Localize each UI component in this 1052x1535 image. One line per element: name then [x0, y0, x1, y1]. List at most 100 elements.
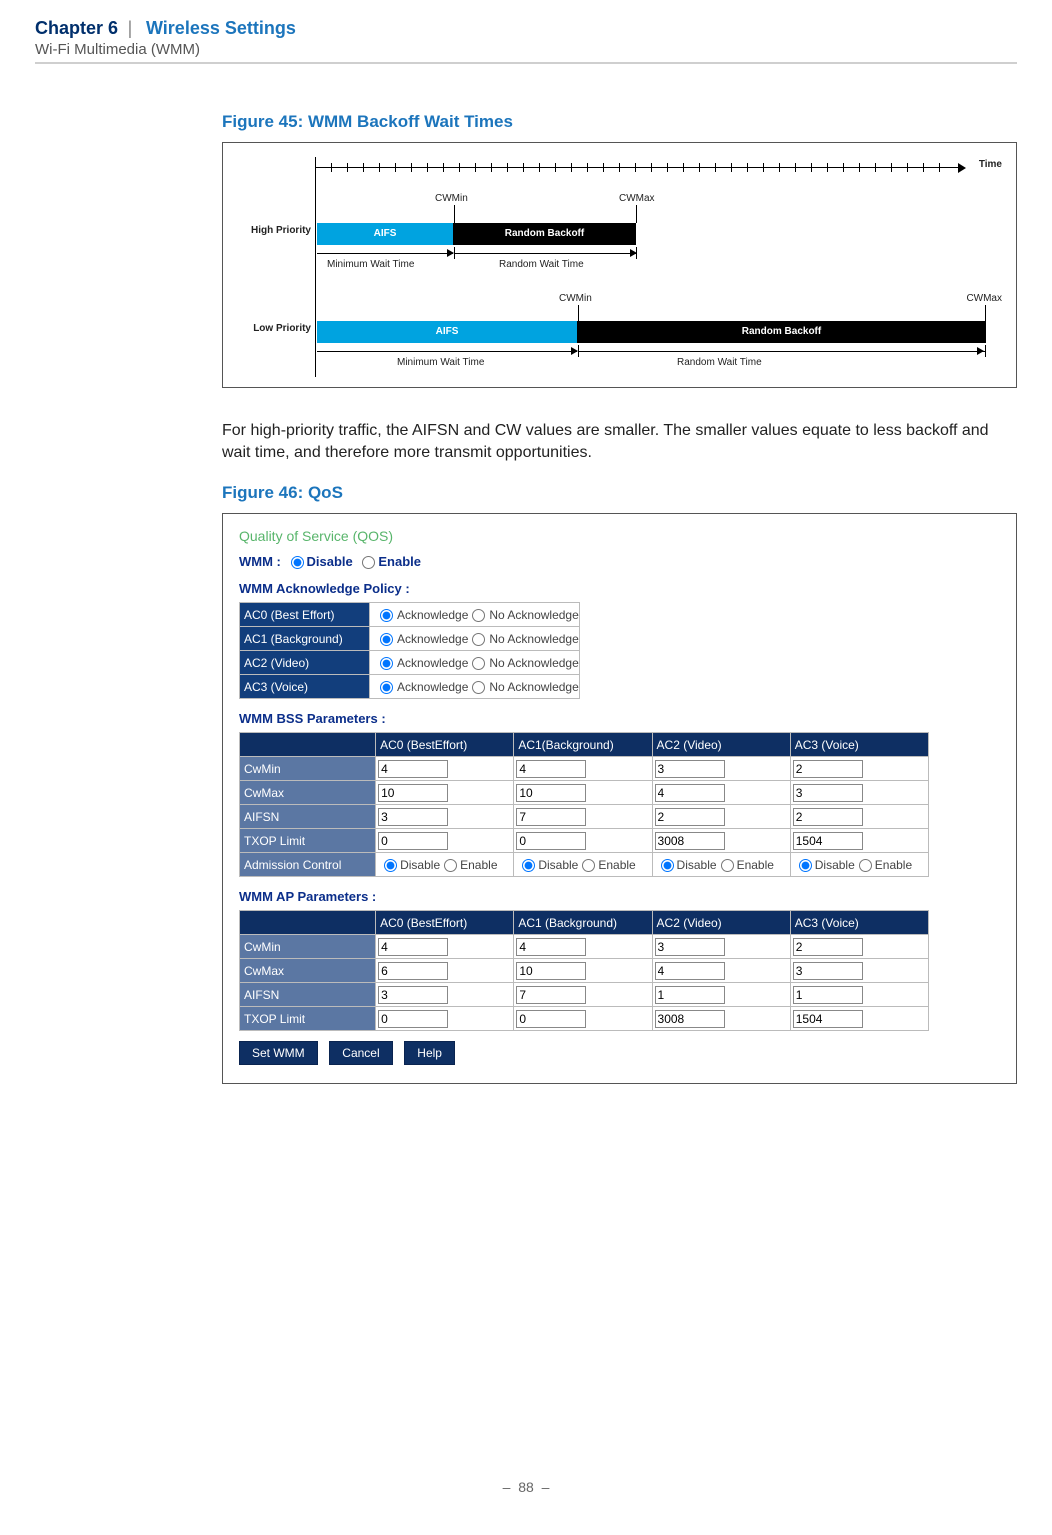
- table-row: AC3 (Voice)AcknowledgeNo Acknowledge: [240, 675, 580, 699]
- ack-policy-table: AC0 (Best Effort)AcknowledgeNo Acknowled…: [239, 602, 580, 699]
- row-header: CwMin: [240, 935, 376, 959]
- adm-disable-radio[interactable]: [661, 859, 674, 872]
- col-header: [240, 911, 376, 935]
- adm-disable-radio[interactable]: [799, 859, 812, 872]
- cwmax-input[interactable]: [516, 784, 586, 802]
- cwmax-input[interactable]: [793, 784, 863, 802]
- txop-input[interactable]: [378, 832, 448, 850]
- cwmax-input[interactable]: [378, 784, 448, 802]
- adm-enable-radio[interactable]: [582, 859, 595, 872]
- cwmax-input[interactable]: [516, 962, 586, 980]
- ack-policy-title: WMM Acknowledge Policy :: [239, 581, 1000, 596]
- aifsn-input[interactable]: [655, 986, 725, 1004]
- ack-row-label: AC1 (Background): [240, 627, 370, 651]
- cancel-button[interactable]: Cancel: [329, 1041, 392, 1065]
- help-button[interactable]: Help: [404, 1041, 455, 1065]
- figure-45-title: Figure 45: WMM Backoff Wait Times: [222, 112, 1017, 132]
- table-row: CwMax: [240, 781, 929, 805]
- table-row: TXOP Limit: [240, 829, 929, 853]
- bss-params-table: AC0 (BestEffort) AC1(Background) AC2 (Vi…: [239, 732, 929, 877]
- txop-input[interactable]: [516, 1010, 586, 1028]
- wmm-disable-radio[interactable]: [291, 556, 304, 569]
- rand-wait-hp: Random Wait Time: [499, 259, 584, 270]
- cwmin-input[interactable]: [516, 760, 586, 778]
- nack-radio[interactable]: [472, 681, 485, 694]
- set-wmm-button[interactable]: Set WMM: [239, 1041, 318, 1065]
- table-row: Admission Control DisableEnable DisableE…: [240, 853, 929, 877]
- aifsn-input[interactable]: [378, 986, 448, 1004]
- adm-enable-radio[interactable]: [721, 859, 734, 872]
- wmm-label: WMM :: [239, 554, 281, 569]
- txop-input[interactable]: [378, 1010, 448, 1028]
- cwmin-input[interactable]: [516, 938, 586, 956]
- chapter-title: Wireless Settings: [146, 18, 296, 38]
- adm-enable-radio[interactable]: [444, 859, 457, 872]
- figure-46-title: Figure 46: QoS: [222, 483, 1017, 503]
- min-wait-lp: Minimum Wait Time: [397, 357, 484, 368]
- cwmin-input[interactable]: [655, 760, 725, 778]
- col-header: AC1(Background): [514, 733, 652, 757]
- cwmin-input[interactable]: [378, 760, 448, 778]
- col-header: AC0 (BestEffort): [376, 733, 514, 757]
- aifsn-input[interactable]: [378, 808, 448, 826]
- ack-radio[interactable]: [380, 657, 393, 670]
- time-label: Time: [979, 159, 1002, 170]
- aifsn-input[interactable]: [793, 986, 863, 1004]
- cwmax-label-lp: CWMax: [966, 293, 1002, 304]
- time-axis: Time: [315, 159, 1000, 177]
- col-header: AC0 (BestEffort): [376, 911, 514, 935]
- cwmin-input[interactable]: [378, 938, 448, 956]
- ack-radio[interactable]: [380, 681, 393, 694]
- cwmin-input[interactable]: [793, 938, 863, 956]
- qos-heading: Quality of Service (QOS): [239, 528, 1000, 544]
- aifsn-input[interactable]: [516, 986, 586, 1004]
- cwmax-input[interactable]: [378, 962, 448, 980]
- ack-radio[interactable]: [380, 609, 393, 622]
- ack-row-label: AC3 (Voice): [240, 675, 370, 699]
- aifsn-input[interactable]: [516, 808, 586, 826]
- ack-radio[interactable]: [380, 633, 393, 646]
- col-header: AC1 (Background): [514, 911, 652, 935]
- nack-radio[interactable]: [472, 657, 485, 670]
- wmm-enable-radio[interactable]: [362, 556, 375, 569]
- cwmax-input[interactable]: [655, 962, 725, 980]
- col-header: AC3 (Voice): [790, 733, 928, 757]
- col-header: AC2 (Video): [652, 911, 790, 935]
- cwmax-input[interactable]: [655, 784, 725, 802]
- txop-input[interactable]: [793, 1010, 863, 1028]
- cwmin-input[interactable]: [655, 938, 725, 956]
- rand-wait-lp: Random Wait Time: [677, 357, 762, 368]
- wmm-toggle-row: WMM : Disable Enable: [239, 554, 1000, 569]
- adm-enable-radio[interactable]: [859, 859, 872, 872]
- txop-input[interactable]: [655, 832, 725, 850]
- figure-46-panel: Quality of Service (QOS) WMM : Disable E…: [222, 513, 1017, 1084]
- txop-input[interactable]: [793, 832, 863, 850]
- aifsn-input[interactable]: [655, 808, 725, 826]
- table-row: TXOP Limit: [240, 1007, 929, 1031]
- ack-options: AcknowledgeNo Acknowledge: [370, 603, 580, 627]
- txop-input[interactable]: [655, 1010, 725, 1028]
- min-wait-hp: Minimum Wait Time: [327, 259, 414, 270]
- table-row: AIFSN: [240, 805, 929, 829]
- table-row: AC2 (Video)AcknowledgeNo Acknowledge: [240, 651, 580, 675]
- header-rule: [35, 62, 1017, 64]
- button-row: Set WMM Cancel Help: [239, 1041, 1000, 1065]
- nack-radio[interactable]: [472, 609, 485, 622]
- page-number: 88: [518, 1479, 534, 1495]
- table-row: AC0 (BestEffort) AC1(Background) AC2 (Vi…: [240, 733, 929, 757]
- txop-input[interactable]: [516, 832, 586, 850]
- high-priority-label: High Priority: [229, 225, 311, 236]
- nack-radio[interactable]: [472, 633, 485, 646]
- cwmax-input[interactable]: [793, 962, 863, 980]
- adm-disable-radio[interactable]: [522, 859, 535, 872]
- ack-row-label: AC0 (Best Effort): [240, 603, 370, 627]
- cwmin-input[interactable]: [793, 760, 863, 778]
- table-row: CwMax: [240, 959, 929, 983]
- aifsn-input[interactable]: [793, 808, 863, 826]
- row-header: TXOP Limit: [240, 1007, 376, 1031]
- page-footer: – 88 –: [0, 1479, 1052, 1495]
- adm-disable-radio[interactable]: [384, 859, 397, 872]
- table-row: CwMin: [240, 935, 929, 959]
- table-row: AC0 (Best Effort)AcknowledgeNo Acknowled…: [240, 603, 580, 627]
- row-header: CwMax: [240, 959, 376, 983]
